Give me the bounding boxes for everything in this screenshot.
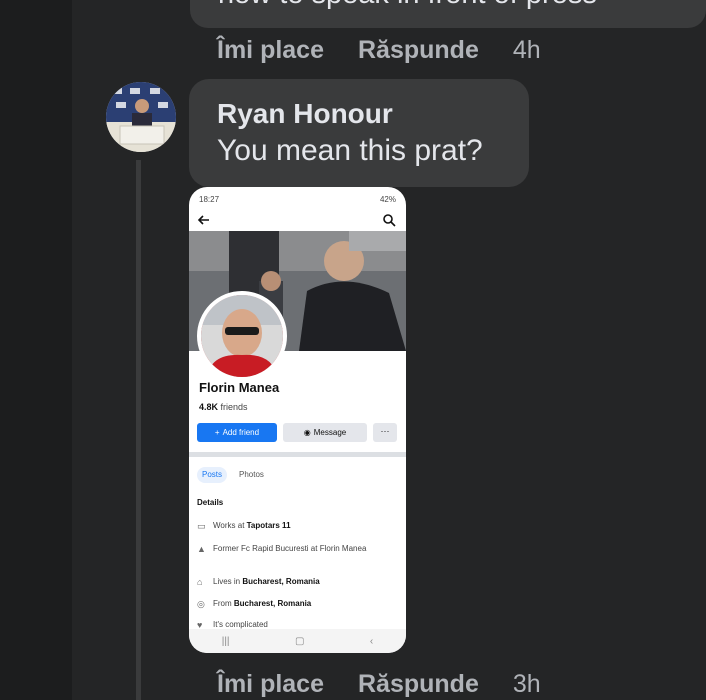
friends-count: 4.8K friends	[199, 402, 248, 412]
back-arrow-icon	[197, 215, 209, 225]
reply-button[interactable]: Răspunde	[358, 670, 479, 699]
add-friend-icon: +	[214, 428, 220, 437]
tab-posts: Posts	[197, 467, 227, 483]
comment-author[interactable]: Ryan Honour	[217, 98, 393, 130]
detail-row-lives: ⌂ Lives in Bucharest, Romania	[197, 577, 320, 587]
previous-comment-actions: Îmi place Răspunde 4h	[217, 36, 575, 65]
comment-timestamp[interactable]: 4h	[513, 36, 541, 65]
back-icon: ‹	[369, 635, 374, 647]
attached-screenshot[interactable]: 18:27 42% Florin Manea 4.8K friends + Ad…	[189, 187, 406, 653]
more-options-button: ···	[373, 423, 397, 442]
add-friend-button: + Add friend	[197, 423, 277, 442]
like-button[interactable]: Îmi place	[217, 36, 324, 65]
comment-actions: Îmi place Răspunde 3h	[217, 670, 575, 699]
home-button-icon: ▢	[295, 635, 305, 647]
detail-row-education: ▲ Former Fc Rapid Bucuresti at Florin Man…	[197, 544, 367, 554]
home-icon: ⌂	[197, 577, 203, 587]
avatar[interactable]	[106, 82, 176, 152]
status-time: 18:27	[199, 195, 220, 204]
comment-bubble	[189, 79, 529, 187]
comment-text: You mean this prat?	[217, 134, 483, 167]
reply-button[interactable]: Răspunde	[358, 36, 479, 65]
briefcase-icon: ▭	[197, 521, 206, 531]
profile-name: Florin Manea	[199, 380, 280, 395]
details-heading: Details	[197, 498, 224, 507]
previous-comment-text: how to speak in front of press	[218, 0, 597, 11]
comment-timestamp[interactable]: 3h	[513, 670, 541, 699]
message-button: ◉ Message	[283, 423, 367, 442]
location-icon: ◎	[197, 599, 205, 609]
section-divider	[189, 452, 406, 457]
tab-photos: Photos	[239, 470, 264, 479]
detail-row-from: ◎ From Bucharest, Romania	[197, 599, 312, 609]
graduation-icon: ▲	[197, 544, 206, 554]
phone-bottom-nav: ||| ▢ ‹	[189, 629, 406, 653]
avatar-image	[106, 82, 176, 152]
phone-nav-bar	[189, 209, 406, 231]
reply-thread-line	[136, 160, 141, 700]
profile-picture	[197, 291, 287, 381]
recent-apps-icon: |||	[221, 635, 230, 647]
messenger-icon: ◉	[303, 428, 311, 437]
phone-status-bar: 18:27 42%	[189, 187, 406, 209]
detail-row-work: ▭ Works at Tapotars 11	[197, 521, 291, 531]
status-battery: 42%	[379, 195, 396, 204]
like-button[interactable]: Îmi place	[217, 670, 324, 699]
search-icon	[383, 214, 396, 227]
left-sidebar-edge	[0, 0, 72, 700]
